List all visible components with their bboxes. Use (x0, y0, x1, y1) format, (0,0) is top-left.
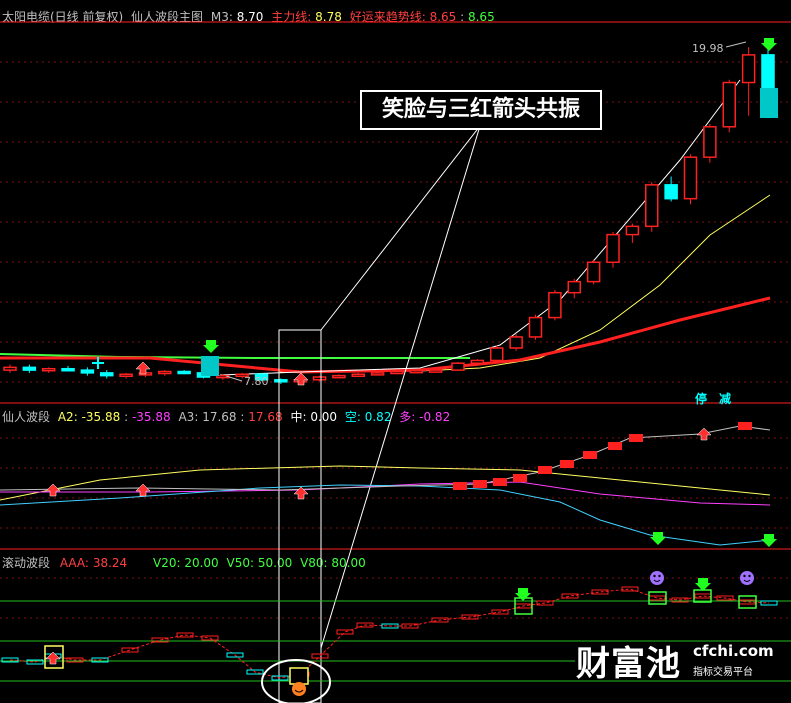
high-price-label: 19.98 (692, 42, 724, 55)
candle-body (645, 184, 659, 228)
candle-body (664, 184, 678, 200)
candle-body (548, 291, 562, 319)
candle-body (703, 126, 717, 158)
candle-body (409, 369, 424, 374)
panel2-bar (453, 482, 467, 490)
panel2-bar (608, 442, 622, 450)
candle-body (332, 374, 346, 379)
candle-body (158, 370, 172, 375)
candle-body (606, 233, 620, 264)
candle-body (586, 261, 601, 283)
high-price-pointer (725, 41, 747, 48)
candle-body (722, 81, 736, 128)
sell-arrow-icon (695, 578, 711, 591)
candle-body (490, 347, 504, 362)
stop-signal: 停 (695, 392, 708, 406)
candle-body (119, 373, 133, 378)
aaa-marker (561, 593, 579, 599)
candle-body (528, 316, 543, 338)
candle-body (312, 376, 327, 381)
panel2-bar (473, 480, 487, 488)
candle-body (567, 280, 581, 294)
aaa-marker (694, 593, 712, 599)
signal-box (693, 589, 712, 603)
red-arrow-up (293, 372, 309, 386)
panel2-bar (560, 460, 574, 468)
red-arrow-up (135, 483, 151, 497)
smiley-eye (658, 574, 661, 578)
candle-body (451, 362, 465, 371)
a3-line (0, 465, 771, 501)
ma-red-line (0, 296, 771, 374)
candle-body (470, 359, 485, 364)
callout-line (320, 125, 481, 331)
candle-body (390, 370, 404, 375)
aaa-marker (536, 600, 554, 606)
panel2-bar (538, 466, 552, 474)
candle-body (61, 367, 75, 372)
signal-box (289, 667, 309, 685)
watermark-brand: 财富池 (576, 644, 681, 684)
candle-body (274, 379, 288, 383)
reduce-signal: 减 (719, 392, 732, 406)
red-arrow-up (45, 483, 61, 497)
panel2-bar (583, 451, 597, 459)
sell-arrow-icon (761, 38, 777, 51)
smiley-icon (650, 571, 664, 585)
candle-body (201, 356, 219, 376)
candle-body (177, 370, 191, 375)
candle-body (80, 369, 95, 374)
sell-arrow-icon (650, 532, 666, 545)
watermark-subtitle: 指标交易平台 (693, 667, 753, 678)
panel2-bar (493, 478, 507, 486)
smiley-icon (740, 571, 754, 585)
highlight-box (278, 329, 322, 703)
candle-body (99, 372, 114, 377)
candle-body (370, 372, 385, 376)
a2-line (0, 425, 771, 491)
candle-body (625, 225, 640, 236)
smiley-icon (292, 682, 306, 696)
smiley-eye (743, 574, 746, 578)
smiley-eye (653, 574, 656, 578)
candle-body (428, 369, 443, 373)
low-price-label: 7.80 (244, 375, 269, 388)
candle-body (683, 156, 698, 200)
panel2-bar (513, 474, 527, 482)
candle-body (22, 366, 37, 371)
candle-body (509, 336, 523, 349)
sell-arrow-icon (515, 588, 531, 601)
candle-body (351, 373, 366, 378)
candle-body (741, 54, 756, 84)
callout-box: 笑脸与三红箭头共振 (360, 90, 602, 130)
candle-body (760, 88, 778, 118)
aaa-marker (336, 629, 354, 635)
panel2-bar (738, 422, 752, 430)
watermark-url: cfchi.com (693, 642, 774, 660)
smiley-eye (748, 574, 751, 578)
callout-line (320, 125, 481, 649)
candle-body (41, 367, 56, 372)
aaa-marker (591, 589, 609, 595)
sell-arrow-icon (761, 534, 777, 547)
candle-body (3, 366, 17, 371)
signal-box (648, 591, 667, 605)
panel2-bar (629, 434, 643, 442)
